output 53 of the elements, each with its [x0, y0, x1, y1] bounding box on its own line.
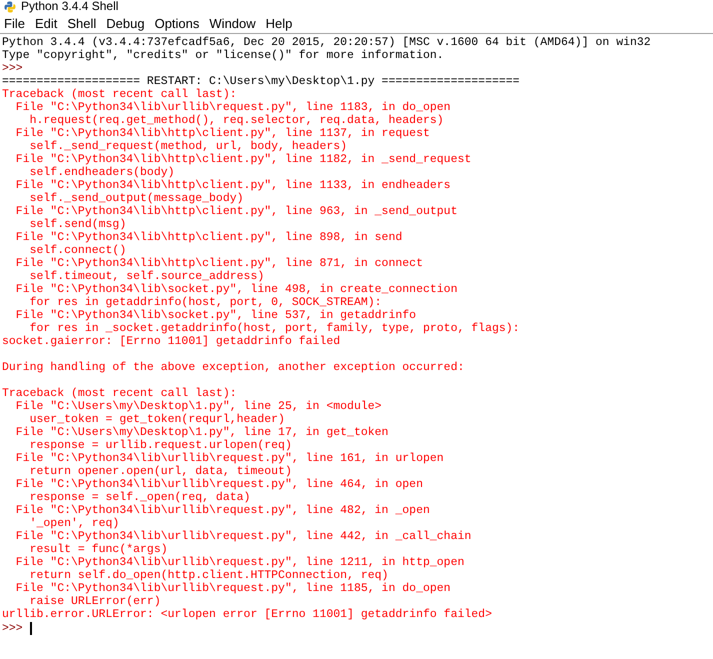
error-line: return self.do_open(http.client.HTTPConnection, req)	[28, 569, 390, 582]
error-line: File "C:\Python34\lib\urllib\request.py", line 1211, in http_open	[14, 556, 466, 569]
error-line: File "C:\Python34\lib\http\client.py", line 1137, in request	[14, 127, 431, 140]
error-line: self._send_request(method, url, body, headers)	[28, 140, 348, 153]
output-line: Type "copyright", "credits" or "license()" for more information.	[2, 49, 445, 62]
shell-prompt: >>>	[2, 62, 24, 75]
error-line: File "C:\Python34\lib\urllib\request.py", line 161, in urlopen	[14, 452, 445, 465]
error-line: File "C:\Python34\lib\socket.py", line 537, in getaddrinfo	[14, 309, 418, 322]
error-line: File "C:\Python34\lib\urllib\request.py", line 464, in open	[14, 478, 424, 491]
output-line: Python 3.4.4 (v3.4.4:737efcadf5a6, Dec 20 2015, 20:20:57) [MSC v.1600 64 bit (AMD64)] on win32	[2, 36, 652, 49]
error-line: '_open', req)	[28, 517, 120, 530]
menu-item[interactable]: Window	[207, 16, 262, 30]
error-line: for res in getaddrinfo(host, port, 0, SOCK_STREAM):	[28, 296, 383, 309]
error-line: File "C:\Python34\lib\http\client.py", line 1182, in _send_request	[14, 153, 472, 166]
error-line: File "C:\Python34\lib\http\client.py", line 871, in connect	[14, 257, 424, 270]
error-line: File "C:\Python34\lib\urllib\request.py", line 442, in _call_chain	[14, 530, 472, 543]
error-line: urllib.error.URLError: <urlopen error [Errno 11001] getaddrinfo failed>	[2, 608, 493, 621]
error-line: During handling of the above exception, another exception occurred:	[2, 361, 466, 374]
error-line: response = self._open(req, data)	[28, 491, 252, 504]
error-line: File "C:\Python34\lib\http\client.py", line 898, in send	[14, 231, 404, 244]
error-line: File "C:\Python34\lib\urllib\request.py", line 482, in _open	[14, 504, 431, 517]
menu-item[interactable]: Debug	[104, 16, 151, 30]
error-line: user_token = get_token(requrl,header)	[28, 413, 286, 426]
menu-item[interactable]: Edit	[32, 16, 64, 30]
window-title: Python 3.4.4 Shell	[21, 0, 118, 13]
error-line: raise URLError(err)	[28, 595, 162, 608]
error-line: self.send(msg)	[28, 218, 128, 231]
error-line: response = urllib.request.urlopen(req)	[28, 439, 293, 452]
menu-item[interactable]: Help	[264, 16, 298, 30]
output-line: ==================== RESTART: C:\Users\my\Desktop\1.py ====================	[2, 75, 521, 88]
error-line: for res in _socket.getaddrinfo(host, port, family, type, proto, flags):	[28, 322, 521, 335]
menu-item[interactable]: File	[2, 16, 31, 30]
error-line: socket.gaierror: [Errno 11001] getaddrinfo failed	[2, 335, 342, 348]
error-line: File "C:\Python34\lib\http\client.py", line 1133, in endheaders	[14, 179, 452, 192]
error-line: File "C:\Python34\lib\http\client.py", line 963, in _send_output	[14, 205, 458, 218]
error-line: File "C:\Python34\lib\urllib\request.py", line 1185, in do_open	[14, 582, 452, 595]
menu-item[interactable]: Options	[152, 16, 206, 30]
shell-prompt: >>>	[2, 622, 23, 634]
error-line: self.connect()	[28, 244, 128, 257]
error-line: h.request(req.get_method(), req.selector, req.data, headers)	[28, 114, 445, 127]
error-line: result = func(*args)	[28, 543, 169, 556]
error-line: self.timeout, self.source_address)	[28, 270, 266, 283]
error-line: File "C:\Users\my\Desktop\1.py", line 17, in get_token	[14, 426, 390, 439]
error-line: return opener.open(url, data, timeout)	[28, 465, 293, 478]
error-line: self._send_output(message_body)	[28, 192, 245, 205]
error-line: File "C:\Python34\lib\urllib\request.py", line 1183, in do_open	[14, 101, 452, 114]
error-line: File "C:\Users\my\Desktop\1.py", line 25, in <module>	[14, 400, 383, 413]
error-line: File "C:\Python34\lib\socket.py", line 498, in create_connection	[14, 283, 458, 296]
error-line: self.endheaders(body)	[28, 166, 176, 179]
error-line: Traceback (most recent call last):	[2, 88, 238, 101]
menu-item[interactable]: Shell	[65, 16, 102, 30]
app-icon	[4, 0, 16, 12]
error-line: Traceback (most recent call last):	[2, 387, 238, 400]
